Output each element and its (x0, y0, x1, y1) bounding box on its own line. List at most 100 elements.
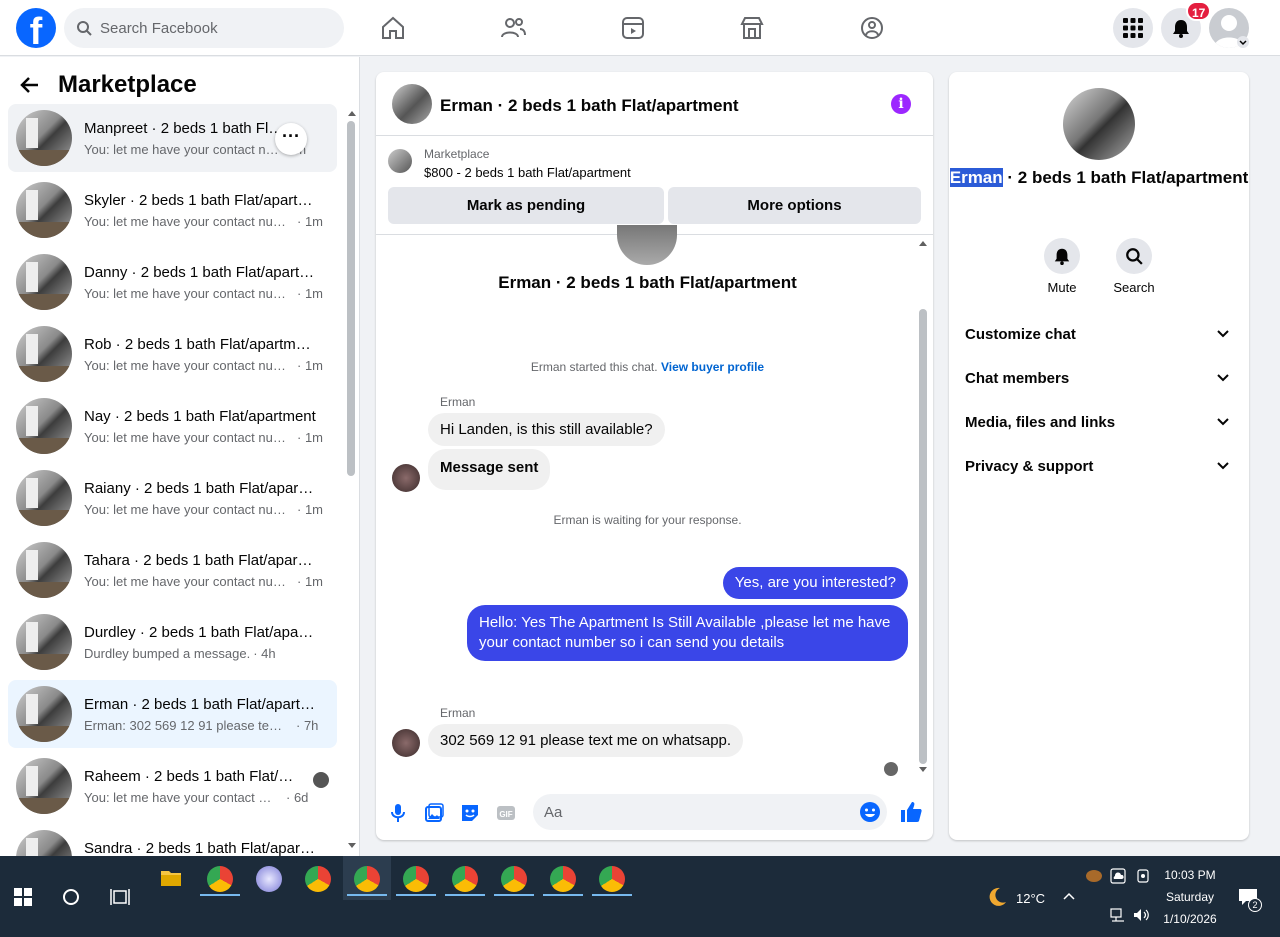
section-media-files-links[interactable]: Media, files and links (965, 414, 1233, 434)
scroll-down-arrow-icon[interactable] (918, 766, 928, 774)
clock-time[interactable]: 10:03 PM (1160, 868, 1220, 882)
scroll-up-arrow-icon[interactable] (918, 239, 928, 247)
windows-taskbar: 12°C 10:03 PM Saturday 1/10/2026 2 (0, 856, 1280, 937)
sender-avatar[interactable] (392, 464, 420, 492)
incoming-message[interactable]: 302 569 12 91 please text me on whatsapp… (428, 724, 744, 757)
photo-icon[interactable] (423, 802, 445, 824)
outgoing-message[interactable]: Yes, are you interested? (722, 567, 908, 599)
taskbar-indicator (445, 894, 485, 896)
weather-temp[interactable]: 12°C (1016, 891, 1045, 906)
paint-app-icon[interactable] (256, 866, 282, 892)
chevron-down-icon[interactable] (1237, 36, 1249, 48)
incoming-message[interactable]: Message sent (428, 449, 551, 490)
conversation-time: · 1m (297, 502, 323, 517)
scroll-down-arrow-icon[interactable] (347, 842, 357, 850)
tray-app-icon[interactable] (1086, 870, 1102, 882)
view-buyer-profile-link[interactable]: View buyer profile (661, 360, 764, 374)
groups-icon[interactable] (858, 14, 886, 42)
section-customize-chat[interactable]: Customize chat (965, 326, 1233, 346)
conversation-item[interactable]: Danny · 2 beds 1 bath Flat/apartment You… (8, 248, 337, 316)
search-action[interactable]: Search (1104, 238, 1164, 295)
conversation-item[interactable]: Nay · 2 beds 1 bath Flat/apartment You: … (8, 392, 337, 460)
scroll-up-arrow-icon[interactable] (347, 109, 357, 117)
chat-avatar[interactable] (392, 84, 432, 124)
chrome-app-icon[interactable] (354, 866, 380, 892)
message-input[interactable]: Aa (533, 794, 887, 830)
chrome-app-icon[interactable] (599, 866, 625, 892)
conversation-item[interactable]: Durdley · 2 beds 1 bath Flat/apartment D… (8, 608, 337, 676)
listing-title[interactable]: $800 - 2 beds 1 bath Flat/apartment (424, 165, 631, 180)
conversation-item[interactable]: Raheem · 2 beds 1 bath Flat/apartment Yo… (8, 752, 337, 820)
listing-label: Marketplace (424, 147, 490, 161)
search-input[interactable]: Search Facebook (100, 20, 218, 37)
details-avatar[interactable] (1063, 88, 1135, 160)
conversation-time: · 1m (297, 214, 323, 229)
chevron-up-icon[interactable] (1063, 892, 1075, 900)
cortana-search-icon[interactable] (62, 888, 80, 906)
thumbs-up-icon[interactable] (899, 800, 923, 824)
cloud-icon[interactable] (1110, 868, 1126, 884)
gif-icon[interactable]: GIF (495, 802, 517, 824)
meet-now-icon[interactable] (1136, 868, 1150, 884)
conversation-preview: You: let me have your contact n... (84, 790, 274, 805)
conversation-item[interactable]: Rob · 2 beds 1 bath Flat/apartment You: … (8, 320, 337, 388)
marketplace-icon[interactable] (738, 14, 766, 42)
sender-name: Erman (440, 706, 476, 720)
conversation-preview: You: let me have your contact num... (84, 502, 294, 517)
conversation-item[interactable]: Manpreet · 2 beds 1 bath Flat/apartment … (8, 104, 337, 172)
mute-action[interactable]: Mute (1032, 238, 1092, 295)
facebook-logo[interactable]: f (16, 8, 56, 48)
menu-button[interactable] (1113, 8, 1153, 48)
chevron-down-icon (1217, 330, 1229, 338)
chat-intro-avatar (617, 225, 677, 265)
chrome-app-icon[interactable] (501, 866, 527, 892)
conversation-preview-row: Durdley bumped a message. · 4h (84, 646, 276, 661)
conversation-item[interactable]: Skyler · 2 beds 1 bath Flat/apartment Yo… (8, 176, 337, 244)
seen-avatar (313, 772, 329, 788)
listing-thumbnail (16, 758, 72, 814)
video-icon[interactable] (619, 14, 647, 42)
more-options-icon[interactable]: ··· (275, 123, 307, 155)
home-icon[interactable] (379, 14, 407, 42)
file-explorer-icon[interactable] (160, 868, 182, 888)
notifications-badge: 17 (1186, 1, 1212, 21)
mark-pending-button[interactable]: Mark as pending (388, 187, 664, 224)
friends-icon[interactable] (499, 14, 527, 42)
chrome-app-icon[interactable] (207, 866, 233, 892)
back-arrow-icon[interactable] (20, 75, 40, 95)
clock-day[interactable]: Saturday (1160, 890, 1220, 904)
outgoing-message[interactable]: Hello: Yes The Apartment Is Still Availa… (467, 605, 908, 661)
sticker-icon[interactable] (459, 802, 481, 824)
chat-scrollbar-thumb[interactable] (919, 309, 927, 764)
chrome-app-icon[interactable] (452, 866, 478, 892)
network-icon[interactable] (1110, 908, 1126, 922)
moon-weather-icon[interactable] (986, 886, 1008, 908)
search-box[interactable]: Search Facebook (64, 8, 344, 48)
more-options-button[interactable]: More options (668, 187, 921, 224)
conversation-item[interactable]: Tahara · 2 beds 1 bath Flat/apartment Yo… (8, 536, 337, 604)
conversation-item-active[interactable]: Erman · 2 beds 1 bath Flat/apartment Erm… (8, 680, 337, 748)
conversation-item[interactable]: Raiany · 2 beds 1 bath Flat/apartment Yo… (8, 464, 337, 532)
conversation-name: Tahara · 2 beds 1 bath Flat/apartment (84, 552, 316, 569)
microphone-icon[interactable] (387, 802, 409, 824)
chrome-app-icon[interactable] (305, 866, 331, 892)
section-privacy-support[interactable]: Privacy & support (965, 458, 1233, 478)
conversation-item[interactable]: Sandra · 2 beds 1 bath Flat/apartment (8, 824, 337, 856)
taskbar-indicator (396, 894, 436, 896)
section-label: Customize chat (965, 326, 1076, 343)
conversation-time: · 4h (253, 646, 276, 661)
incoming-message[interactable]: Hi Landen, is this still available? (428, 413, 665, 446)
sidebar-scrollbar-thumb[interactable] (347, 121, 355, 476)
chat-title[interactable]: Erman · 2 beds 1 bath Flat/apartment (440, 96, 739, 116)
emoji-icon[interactable] (859, 801, 881, 823)
chrome-app-icon[interactable] (550, 866, 576, 892)
info-icon[interactable]: i (891, 94, 911, 114)
sender-avatar[interactable] (392, 729, 420, 757)
chrome-app-icon[interactable] (403, 866, 429, 892)
volume-icon[interactable] (1133, 908, 1151, 922)
windows-start-icon[interactable] (14, 888, 32, 906)
clock-date[interactable]: 1/10/2026 (1160, 912, 1220, 926)
section-chat-members[interactable]: Chat members (965, 370, 1233, 390)
page-scrollbar[interactable] (1268, 56, 1280, 856)
task-view-icon[interactable] (110, 888, 130, 906)
